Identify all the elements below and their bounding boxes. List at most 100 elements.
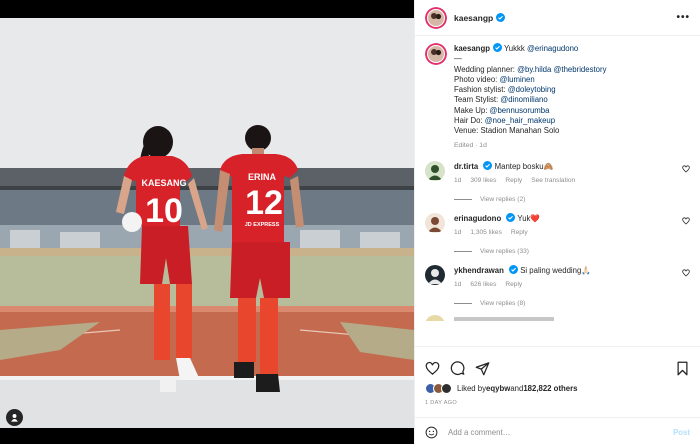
left-jersey-name: KAESANG — [141, 178, 186, 188]
comment-text — [454, 314, 554, 321]
comments-scroll-area[interactable]: kaesangp Yukkk @erinagudono — Wedding pl… — [415, 37, 700, 345]
tag-user-button[interactable] — [6, 409, 23, 426]
credit-label: Team Stylist: — [454, 95, 501, 105]
verified-icon — [506, 212, 516, 222]
credit-value[interactable]: @by.hilda @thebridestory — [517, 65, 606, 74]
emoji-icon[interactable] — [425, 426, 438, 439]
credit-label: Wedding planner: — [454, 64, 518, 74]
comment-like-icon[interactable] — [682, 269, 690, 277]
share-icon[interactable] — [475, 361, 490, 376]
comment-like-icon[interactable] — [682, 165, 690, 173]
comment-avatar[interactable] — [425, 264, 445, 285]
credit-value[interactable]: @noe_hair_makeup — [485, 116, 555, 125]
replies-divider — [454, 198, 472, 200]
likes-count[interactable]: 182,822 others — [523, 384, 577, 393]
author-username[interactable]: kaesangp — [454, 13, 493, 23]
right-jersey-number: 12 — [245, 184, 283, 222]
verified-icon — [492, 43, 502, 52]
credit-label: Photo video: — [454, 74, 500, 84]
comment-text: Si paling wedding🙏🏻 — [520, 265, 592, 275]
comment-time: 1d — [454, 228, 462, 236]
comment-like-icon[interactable] — [682, 217, 690, 225]
credit-label: Make Up: — [454, 105, 490, 115]
comment-likes[interactable]: 626 likes — [470, 281, 496, 288]
comment-reply-button[interactable]: Reply — [505, 177, 522, 184]
caption-credit-line: Make Up: @bennusorumba — [454, 106, 607, 116]
comment-username[interactable]: dr.tirta — [454, 162, 478, 171]
comment-thread: ykhendrawan Si paling wedding🙏🏻 1d 626 lik… — [425, 264, 690, 307]
credit-value[interactable]: @dinomiliano — [500, 95, 547, 104]
comment-likes[interactable]: 309 likes — [470, 177, 496, 184]
verified-icon — [509, 264, 519, 274]
caption-credit-line: Photo video: @luminen — [454, 75, 607, 85]
post-comment-button[interactable]: Post — [673, 428, 690, 437]
comment-username[interactable]: erinagudono — [454, 214, 501, 223]
post-photo[interactable]: KAESANG 10 ERINA 12 JD EXPRESS — [0, 0, 414, 444]
comment-time: 1d — [454, 280, 462, 288]
post-time: 1 DAY AGO — [425, 400, 458, 406]
credit-value[interactable]: Stadion Manahan Solo — [480, 126, 559, 135]
comment-cutoff — [425, 314, 690, 321]
verified-icon — [483, 160, 493, 170]
jersey-sponsor: JD EXPRESS — [245, 222, 280, 228]
comment-reply-button[interactable]: Reply — [511, 229, 528, 236]
see-translation-button[interactable]: See translation — [531, 177, 575, 184]
comment-list: dr.tirta Mantep bosku🙈 1d 309 likes Reply Se… — [425, 160, 690, 307]
view-replies-button[interactable]: View replies (33) — [454, 248, 690, 255]
view-replies-button[interactable]: View replies (8) — [454, 300, 690, 307]
view-replies-button[interactable]: View replies (2) — [454, 196, 690, 203]
comment-thread: dr.tirta Mantep bosku🙈 1d 309 likes Reply Se… — [425, 160, 690, 203]
credit-value[interactable]: @luminen — [500, 75, 535, 84]
heart-icon[interactable] — [425, 361, 440, 376]
add-comment-bar: Add a comment… Post — [415, 417, 700, 444]
more-options-icon[interactable]: ••• — [676, 12, 690, 23]
caption-credit-line: Fashion stylist: @doleytobing — [454, 85, 607, 95]
post-actions: Liked by eqybw and 182,822 others 1 DAY … — [415, 346, 700, 444]
comment-thread: erinagudono Yuk❤️ 1d 1,305 likes Reply View … — [425, 212, 690, 255]
view-replies-label: View replies (2) — [480, 195, 526, 203]
credit-label: Hair Do: — [454, 116, 485, 126]
likes-prefix: Liked by — [457, 384, 487, 393]
replies-divider — [454, 302, 472, 304]
caption-credit-line: Team Stylist: @dinomiliano — [454, 95, 607, 105]
caption-text: Yukkk — [504, 44, 525, 53]
comment-reply-button[interactable]: Reply — [505, 281, 522, 288]
caption-separator: — — [454, 54, 462, 64]
liker-avatars[interactable] — [425, 383, 452, 394]
right-jersey-name: ERINA — [248, 172, 277, 182]
likes-summary: Liked by eqybw and 182,822 others — [415, 383, 700, 394]
caption-username[interactable]: kaesangp — [454, 44, 490, 53]
comment-avatar[interactable] — [425, 160, 445, 181]
comment-item: erinagudono Yuk❤️ 1d 1,305 likes Reply — [425, 212, 690, 238]
comment-icon[interactable] — [450, 361, 465, 376]
comment-item: ykhendrawan Si paling wedding🙏🏻 1d 626 lik… — [425, 264, 690, 290]
author-avatar[interactable] — [425, 6, 447, 29]
comment-item: dr.tirta Mantep bosku🙈 1d 309 likes Reply Se… — [425, 160, 690, 186]
comment-time: 1d — [454, 176, 462, 184]
left-jersey-number: 10 — [145, 192, 183, 230]
caption-credit-line: Venue: Stadion Manahan Solo — [454, 126, 607, 136]
likes-user[interactable]: eqybw — [486, 384, 510, 393]
comment-username[interactable]: ykhendrawan — [454, 266, 504, 275]
caption-author-avatar[interactable] — [425, 43, 447, 65]
tag-user-icon — [11, 414, 18, 422]
credit-value[interactable]: @bennusorumba — [490, 106, 550, 115]
post-side-panel: kaesangp ••• kaesangp Yukkk @erinagudono… — [414, 0, 700, 444]
caption-meta: Edited · 1d — [454, 141, 487, 149]
caption-credit-line: Hair Do: @noe_hair_makeup — [454, 116, 607, 126]
caption-mention[interactable]: @erinagudono — [527, 44, 578, 53]
verified-icon — [496, 13, 506, 22]
save-icon[interactable] — [675, 361, 690, 376]
comment-avatar[interactable] — [425, 314, 445, 321]
credit-value[interactable]: @doleytobing — [508, 85, 556, 94]
comment-likes[interactable]: 1,305 likes — [470, 229, 502, 236]
instagram-post-view: KAESANG 10 ERINA 12 JD EXPRESS kaesangp … — [0, 0, 700, 444]
post-header: kaesangp ••• — [415, 0, 700, 36]
comment-avatar[interactable] — [425, 212, 445, 233]
caption-credit-line: Wedding planner: @by.hilda @thebridestor… — [454, 65, 607, 75]
add-comment-input[interactable]: Add a comment… — [448, 428, 673, 437]
credit-label: Venue: — [454, 126, 481, 136]
comment-text: Yuk❤️ — [517, 213, 541, 223]
replies-divider — [454, 250, 472, 252]
caption: kaesangp Yukkk @erinagudono — Wedding pl… — [425, 43, 690, 151]
